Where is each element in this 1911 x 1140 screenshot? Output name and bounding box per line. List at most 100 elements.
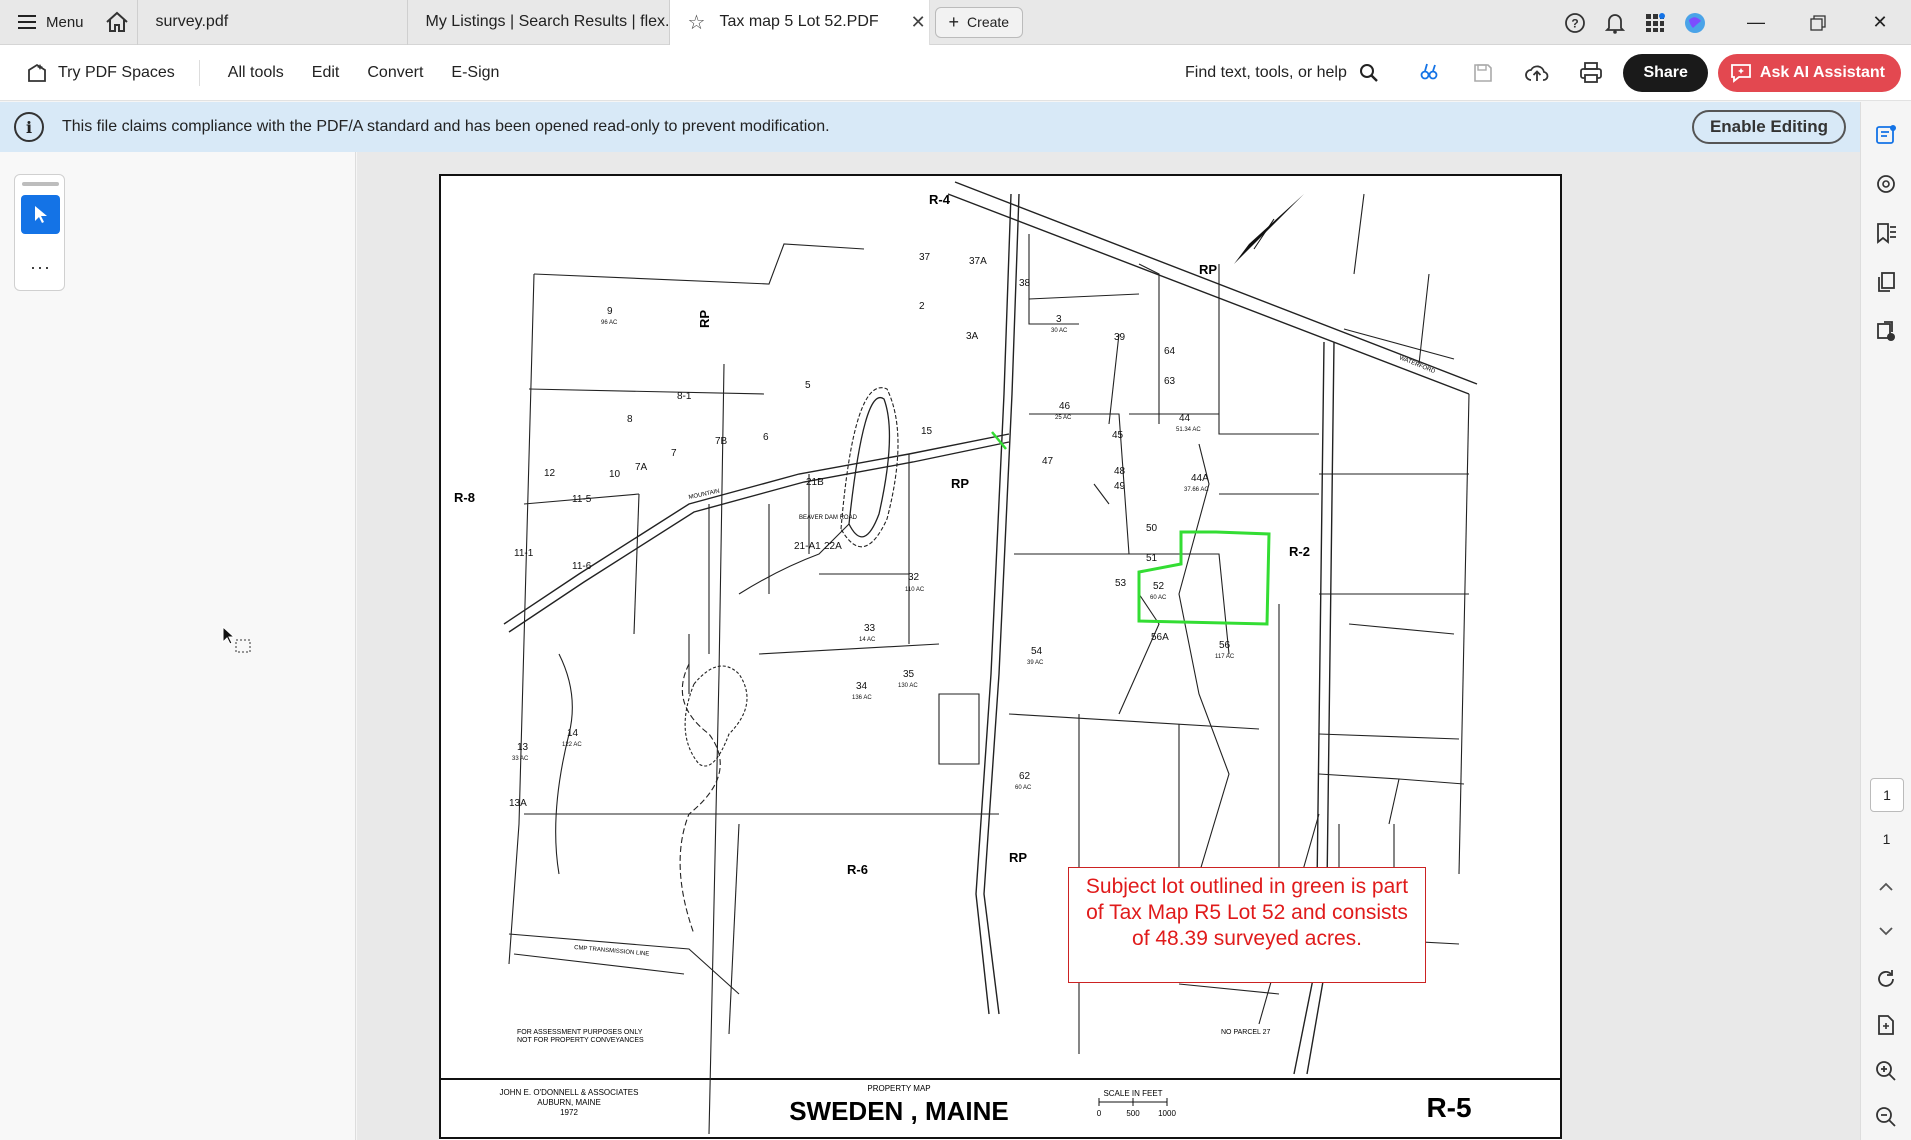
lot-id: 64 [1164,346,1176,357]
export-icon[interactable] [1871,316,1901,346]
lot-id: 34 [856,681,868,692]
select-tool-button[interactable] [21,195,60,234]
drag-handle[interactable] [22,182,59,186]
menu-button[interactable]: Menu [0,0,98,45]
lot-id: 13A [509,798,527,809]
bell-icon[interactable] [1595,0,1635,45]
find-label: Find text, tools, or help [1185,64,1347,81]
save-icon[interactable] [1461,51,1505,95]
minimize-icon: — [1747,12,1765,32]
pages-icon[interactable] [1871,267,1901,297]
lot-acres: 130 AC [898,683,918,689]
upload-cloud-icon[interactable] [1515,51,1559,95]
ai-label: Ask AI Assistant [1759,64,1885,81]
pdf-spaces-button[interactable]: Try PDF Spaces [0,59,200,86]
home-icon [106,11,128,32]
lot-id: 47 [1042,456,1054,467]
lot-id: 49 [1114,481,1126,492]
document-viewport[interactable]: R-4 R-8 R-2 R-6 RP RP RP RP MOUNTAIN WAT… [357,152,1860,1140]
tab-survey[interactable]: survey.pdf [138,0,408,45]
print-icon[interactable] [1569,51,1613,95]
ask-ai-button[interactable]: Ask AI Assistant [1717,54,1901,92]
menu-label: Menu [46,13,84,31]
mouse-cursor-icon [222,625,256,665]
scale-tick: 0 [1097,1109,1102,1118]
tab-listings[interactable]: My Listings | Search Results | flex... [408,0,670,45]
plus-icon: + [948,11,960,32]
page-up-icon[interactable] [1871,872,1901,902]
road-label: CMP TRANSMISSION LINE [574,945,650,958]
lot-id: 56A [1151,632,1169,643]
lot-acres: 60 AC [1150,595,1167,601]
apps-grid-icon[interactable] [1635,0,1675,45]
enable-editing-button[interactable]: Enable Editing [1691,110,1846,144]
lot-acres: 117 AC [1215,654,1235,660]
convert-menu[interactable]: Convert [353,64,437,82]
ai-assistant-icon [1731,64,1751,83]
tab-tax-map[interactable]: ☆ Tax map 5 Lot 52.PDF ✕ [669,0,930,45]
bookmark-icon[interactable] [1871,218,1901,248]
tax-map: R-4 R-8 R-2 R-6 RP RP RP RP MOUNTAIN WAT… [439,174,1562,1139]
scale-tick: 1000 [1158,1109,1176,1118]
close-icon: ✕ [1872,12,1888,32]
close-tab-icon[interactable]: ✕ [911,12,926,33]
zoom-out-icon[interactable] [1871,1102,1901,1132]
rotate-icon[interactable] [1871,964,1901,994]
lot-id: 62 [1019,771,1031,782]
home-button[interactable] [98,0,138,45]
lot-id: 45 [1112,430,1124,441]
lot-id: 10 [609,469,621,480]
scale-bar [1098,1098,1168,1106]
find-search[interactable]: Find text, tools, or help [1185,45,1379,101]
spaces-icon [28,63,46,82]
lot-labels: 9 96 AC 8-1 8 5 7 7A 7B 6 10 12 11-1 11-… [509,252,1235,809]
page-number-input[interactable]: 1 [1870,778,1904,812]
esign-menu[interactable]: E-Sign [437,64,513,82]
zoom-in-icon[interactable] [1871,1056,1901,1086]
help-icon[interactable]: ? [1555,0,1595,45]
lot-id: 8-1 [677,391,692,402]
road-label: BEAVER DAM ROAD [799,515,858,521]
minimize-button[interactable]: — [1725,0,1787,45]
lot-acres: 39 AC [1027,660,1044,666]
lot-id: 22A [824,541,842,552]
lot-acres: 110 AC [905,587,925,593]
lot-id: 15 [921,426,933,437]
lot-id: 38 [1019,278,1031,289]
avatar[interactable] [1675,0,1715,45]
page-fit-icon[interactable] [1871,1010,1901,1040]
more-tools-icon[interactable]: ··· [15,257,66,278]
edit-menu[interactable]: Edit [298,64,354,82]
spaces-label: Try PDF Spaces [58,63,175,81]
lot-acres: 122 AC [562,742,582,748]
close-window-button[interactable]: ✕ [1849,0,1911,45]
comment-panel-icon[interactable] [1871,120,1901,150]
pdfa-banner: i This file claims compliance with the P… [0,102,1860,152]
star-icon[interactable]: ☆ [688,10,706,35]
lot-id: 11-1 [514,548,534,559]
scale-tick: 500 [1126,1109,1140,1118]
share-button[interactable]: Share [1623,54,1708,92]
lot-id: 53 [1115,578,1127,589]
zone-label: R-6 [847,862,868,877]
all-tools-menu[interactable]: All tools [214,64,298,82]
zone-code: RP [951,476,969,491]
comment-icon[interactable] [1871,169,1901,199]
lot-id: 9 [607,306,613,317]
ai-tools-icon[interactable] [1407,51,1451,95]
lot-id: 7 [671,448,677,459]
property-map-label: PROPERTY MAP [867,1084,930,1093]
zone-label: R-4 [929,192,951,207]
map-id: R-5 [1426,1092,1471,1123]
restore-button[interactable] [1787,0,1849,45]
banner-message: This file claims compliance with the PDF… [62,118,830,135]
town-title: SWEDEN , MAINE [789,1096,1009,1126]
create-button[interactable]: + Create [934,6,1024,38]
tab-label: survey.pdf [155,13,229,30]
tab-label: My Listings | Search Results | flex... [425,13,670,30]
lot-acres: 30 AC [1051,328,1068,334]
annotation-box[interactable]: Subject lot outlined in green is part of… [1068,867,1426,983]
footer-assessment-2: NOT FOR PROPERTY CONVEYANCES [517,1037,644,1044]
page-down-icon[interactable] [1871,916,1901,946]
lot-id: 7B [715,436,728,447]
